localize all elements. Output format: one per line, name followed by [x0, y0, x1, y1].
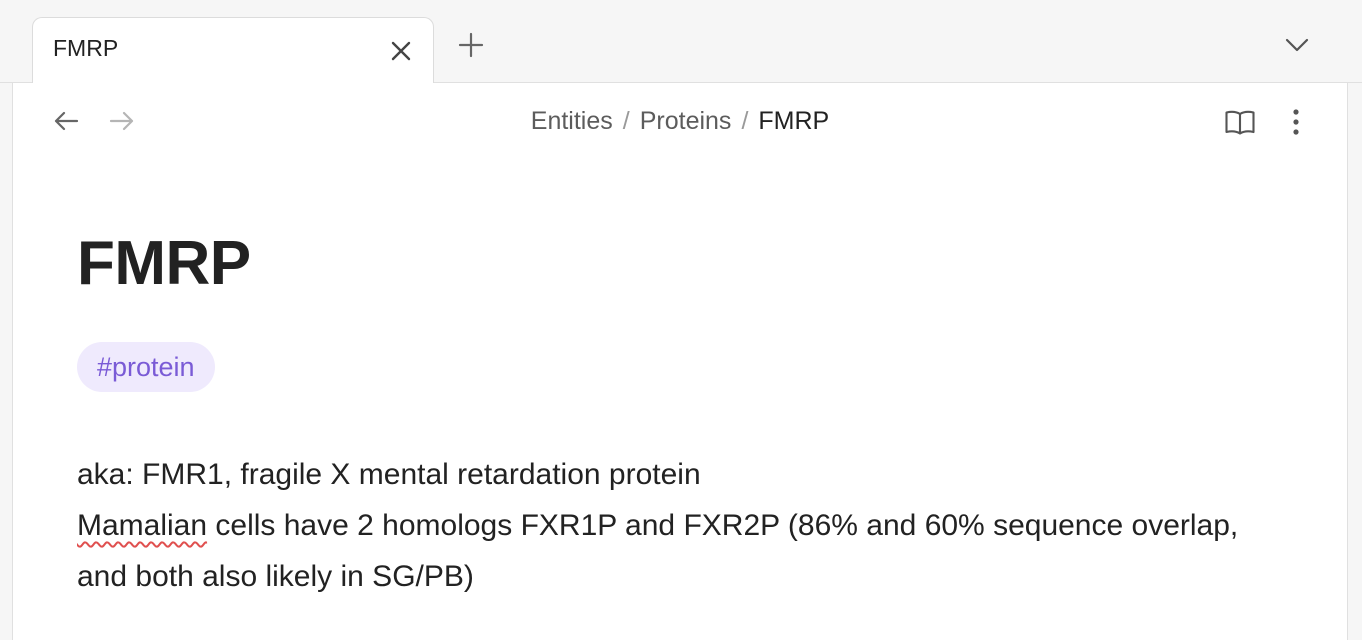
chevron-down-icon[interactable]: [1281, 29, 1313, 61]
aka-line: aka: FMR1, fragile X mental retardation …: [77, 458, 701, 491]
breadcrumb-separator: /: [741, 107, 749, 135]
tab-title: FMRP: [53, 35, 119, 61]
close-icon[interactable]: [385, 35, 417, 67]
misspelled-word[interactable]: Mamalian: [77, 509, 207, 542]
note-body[interactable]: aka: FMR1, fragile X mental retardation …: [77, 449, 1277, 602]
homologs-text: cells have 2 homologs FXR1P and FXR2P (8…: [77, 509, 1239, 593]
homologs-line: Mamalian cells have 2 homologs FXR1P and…: [77, 500, 1277, 602]
tab-fmrp[interactable]: FMRP: [32, 17, 434, 84]
plus-icon[interactable]: [455, 29, 487, 61]
breadcrumb: Entities / Proteins / FMRP: [13, 107, 1347, 136]
tab-bar: FMRP: [0, 0, 1362, 84]
breadcrumb-separator: /: [622, 107, 630, 135]
note-title[interactable]: FMRP: [77, 228, 251, 299]
breadcrumb-entities[interactable]: Entities: [531, 107, 613, 135]
tag-protein[interactable]: #protein: [77, 342, 215, 392]
more-vertical-icon[interactable]: [1279, 105, 1313, 139]
note-pane: Entities / Proteins / FMRP FMRP #protein aka…: [12, 83, 1348, 640]
book-open-icon[interactable]: [1223, 105, 1257, 139]
breadcrumb-current[interactable]: FMRP: [758, 107, 829, 135]
breadcrumb-proteins[interactable]: Proteins: [640, 107, 732, 135]
